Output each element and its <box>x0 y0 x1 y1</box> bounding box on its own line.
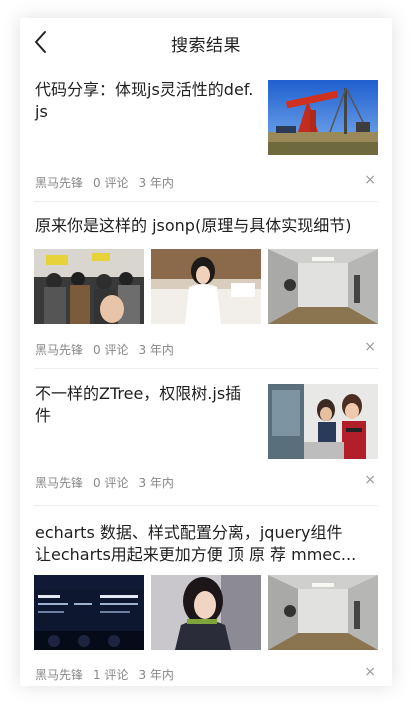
article-title: 代码分享：体现js灵活性的def.js <box>35 80 254 121</box>
article-item[interactable]: 不一样的ZTree，权限树.js插件 黑马先锋 0 评论 3 年内 × <box>34 369 378 506</box>
article-meta: 黑马先锋 0 评论 3 年内 <box>35 174 184 191</box>
article-title: 原来你是这样的 jsonp(原理与具体实现细节) <box>35 216 352 235</box>
close-icon[interactable]: × <box>364 172 376 188</box>
article-comments: 0 评论 <box>93 343 129 357</box>
article-author: 黑马先锋 <box>35 176 84 190</box>
nav-bar: 搜索结果 <box>20 18 392 68</box>
article-meta: 黑马先锋 0 评论 3 年内 <box>35 341 184 358</box>
article-thumbnail-woman-portrait <box>151 575 261 650</box>
article-thumbnail-people-laptop <box>268 384 378 459</box>
article-thumbnail-crowd <box>34 249 144 324</box>
article-thumbnail-conference-screen <box>34 575 144 650</box>
article-time: 3 年内 <box>138 476 174 490</box>
article-title-line-2: 让echarts用起来更加方便 顶 原 荐 mmec... <box>35 545 357 564</box>
article-comments: 0 评论 <box>93 176 129 190</box>
article-author: 黑马先锋 <box>35 476 84 490</box>
article-title: echarts 数据、样式配置分离，jquery组件 让echarts用起来更加… <box>35 522 373 566</box>
article-thumbnail-oil-rig <box>268 80 378 155</box>
article-item[interactable]: 代码分享：体现js灵活性的def.js 黑马先锋 0 评论 3 年内 × <box>34 68 378 202</box>
article-thumbnail-woman-bed <box>151 249 261 324</box>
article-time: 3 年内 <box>138 668 174 682</box>
article-title: 不一样的ZTree，权限树.js插件 <box>35 384 242 425</box>
article-thumbnail-studio-room <box>268 575 378 650</box>
article-author: 黑马先锋 <box>35 343 84 357</box>
article-item[interactable]: 原来你是这样的 jsonp(原理与具体实现细节) 黑马先锋 0 评论 3 年内 … <box>34 202 378 369</box>
app-screen: 搜索结果 代码分享：体现js灵活性的def.js 黑马先锋 0 评论 3 年内 … <box>20 18 392 686</box>
article-comments: 1 评论 <box>93 668 129 682</box>
article-time: 3 年内 <box>138 176 174 190</box>
article-meta: 黑马先锋 0 评论 3 年内 <box>35 474 184 491</box>
article-time: 3 年内 <box>138 343 174 357</box>
close-icon[interactable]: × <box>364 664 376 680</box>
page-title: 搜索结果 <box>171 36 241 56</box>
article-author: 黑马先锋 <box>35 668 84 682</box>
article-comments: 0 评论 <box>93 476 129 490</box>
article-meta: 黑马先锋 1 评论 3 年内 <box>35 666 184 683</box>
article-thumbnail-studio-room <box>268 249 378 324</box>
close-icon[interactable]: × <box>364 472 376 488</box>
close-icon[interactable]: × <box>364 339 376 355</box>
article-item[interactable]: echarts 数据、样式配置分离，jquery组件 让echarts用起来更加… <box>34 506 378 685</box>
article-title-line-1: echarts 数据、样式配置分离，jquery组件 <box>35 523 343 542</box>
